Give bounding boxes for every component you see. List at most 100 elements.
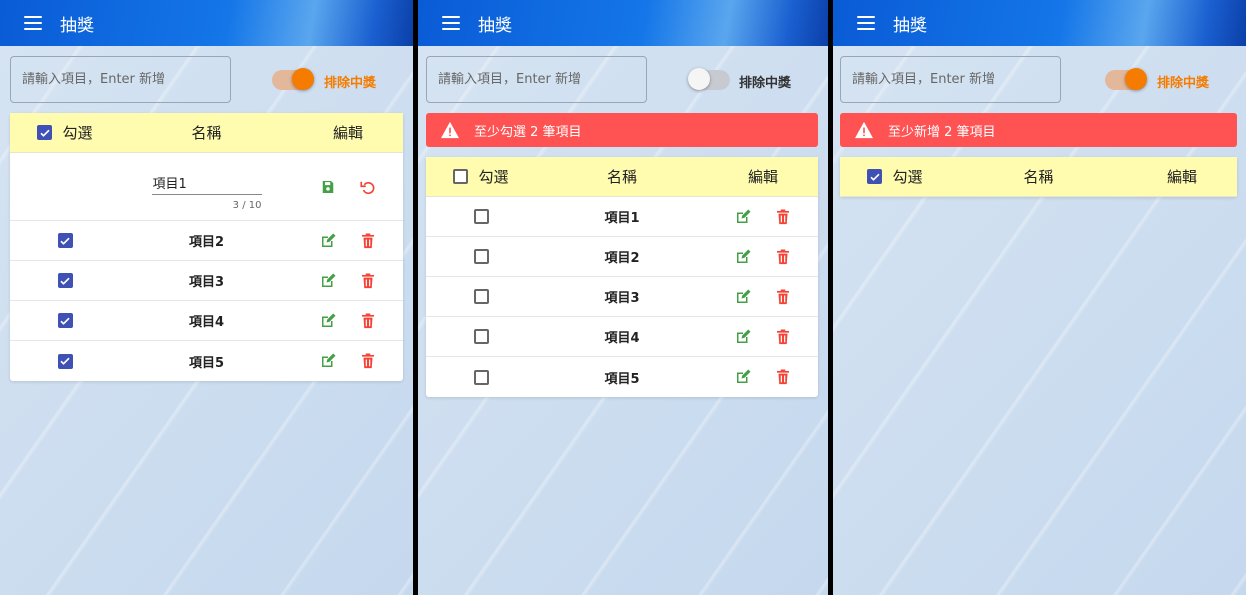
header-check-label: 勾選 [892, 168, 923, 186]
new-item-input[interactable] [438, 72, 635, 87]
items-table: 勾選 名稱 編輯 3 / 10 項目2 項目3 項目4 項目5 [10, 113, 403, 381]
validation-alert: 至少新增 2 筆項目 [840, 113, 1237, 147]
edit-icon[interactable] [319, 352, 337, 370]
delete-icon[interactable] [359, 312, 377, 330]
item-name: 項目2 [188, 235, 225, 250]
save-icon[interactable] [319, 178, 337, 196]
app-bar: 抽獎 [418, 0, 828, 46]
row-checkbox[interactable] [57, 353, 73, 369]
table-row: 項目2 [10, 221, 403, 261]
item-name-edit-field[interactable]: 3 / 10 [151, 172, 262, 211]
row-checkbox[interactable] [57, 273, 73, 288]
delete-icon[interactable] [359, 272, 377, 290]
undo-icon[interactable] [359, 178, 377, 196]
menu-icon[interactable] [24, 16, 42, 30]
delete-icon[interactable] [359, 232, 377, 250]
header-check-label: 勾選 [478, 168, 509, 186]
header-edit-label: 編輯 [1166, 168, 1197, 186]
select-all-checkbox[interactable] [37, 125, 53, 140]
new-item-input[interactable] [22, 72, 219, 87]
delete-icon[interactable] [774, 328, 792, 346]
exclude-winners-toggle[interactable] [1105, 68, 1147, 92]
item-name: 項目4 [604, 331, 640, 346]
check-icon [60, 277, 70, 285]
item-name: 項目2 [604, 251, 640, 266]
header-name-label: 名稱 [191, 124, 222, 142]
header-name-label: 名稱 [606, 168, 637, 186]
table-row: 項目5 [426, 357, 818, 397]
header-name-label: 名稱 [1023, 168, 1054, 186]
edit-icon[interactable] [734, 288, 752, 306]
table-row: 項目4 [10, 301, 403, 341]
exclude-winners-toggle[interactable] [272, 68, 314, 92]
new-item-input-field[interactable] [426, 56, 647, 103]
row-checkbox[interactable] [473, 249, 489, 264]
validation-alert: 至少勾選 2 筆項目 [426, 113, 818, 147]
check-icon [60, 237, 70, 245]
table-row: 項目3 [10, 261, 403, 301]
editing-row: 3 / 10 [10, 153, 403, 221]
edit-icon[interactable] [734, 328, 752, 346]
edit-icon[interactable] [319, 272, 337, 290]
screen-panel-2: 抽獎 排除中獎 至少勾選 2 筆項目 勾選 名稱 編輯 項目1 項目2 項目3 項目4… [418, 0, 828, 595]
header-check-label: 勾選 [62, 124, 93, 142]
check-icon [60, 317, 70, 325]
delete-icon[interactable] [774, 288, 792, 306]
check-icon [870, 173, 880, 181]
edit-icon[interactable] [319, 232, 337, 250]
table-row: 項目3 [426, 277, 818, 317]
alert-text: 至少勾選 2 筆項目 [474, 124, 582, 140]
select-all-checkbox[interactable] [453, 169, 469, 184]
row-checkbox[interactable] [473, 209, 489, 224]
warning-icon [441, 121, 459, 139]
delete-icon[interactable] [359, 352, 377, 370]
delete-icon[interactable] [774, 368, 792, 386]
header-edit-label: 編輯 [332, 124, 363, 142]
char-counter: 3 / 10 [232, 199, 262, 211]
new-item-input[interactable] [852, 72, 1049, 87]
new-item-input-field[interactable] [840, 56, 1061, 103]
menu-icon[interactable] [442, 16, 460, 30]
edit-icon[interactable] [319, 312, 337, 330]
delete-icon[interactable] [774, 208, 792, 226]
items-table: 勾選 名稱 編輯 [840, 157, 1237, 197]
table-header: 勾選 名稱 編輯 [840, 157, 1237, 197]
header-edit-label: 編輯 [747, 168, 778, 186]
delete-icon[interactable] [774, 248, 792, 266]
select-all-checkbox[interactable] [867, 169, 883, 184]
app-title: 抽獎 [478, 15, 512, 36]
item-name: 項目1 [604, 211, 640, 226]
warning-icon [855, 121, 873, 139]
edit-icon[interactable] [734, 208, 752, 226]
exclude-winners-label: 排除中獎 [739, 76, 792, 91]
exclude-winners-label: 排除中獎 [1157, 76, 1210, 91]
items-table: 勾選 名稱 編輯 項目1 項目2 項目3 項目4 項目5 [426, 157, 818, 397]
new-item-input-field[interactable] [10, 56, 231, 103]
table-row: 項目5 [10, 341, 403, 381]
screen-panel-1: 抽獎 排除中獎 勾選 名稱 編輯 3 / 10 [0, 0, 413, 595]
check-icon [40, 129, 50, 137]
table-row: 項目4 [426, 317, 818, 357]
row-checkbox[interactable] [473, 369, 489, 385]
item-name-edit-input[interactable] [151, 172, 262, 195]
row-checkbox[interactable] [473, 289, 489, 304]
edit-icon[interactable] [734, 248, 752, 266]
app-bar: 抽獎 [833, 0, 1246, 46]
menu-icon[interactable] [857, 16, 875, 30]
table-header: 勾選 名稱 編輯 [10, 113, 403, 153]
table-header: 勾選 名稱 編輯 [426, 157, 818, 197]
item-name: 項目5 [604, 371, 640, 387]
edit-icon[interactable] [734, 368, 752, 386]
table-row: 項目2 [426, 237, 818, 277]
row-checkbox[interactable] [57, 233, 73, 248]
check-icon [60, 357, 70, 365]
row-checkbox[interactable] [57, 313, 73, 328]
row-checkbox[interactable] [473, 329, 489, 344]
app-title: 抽獎 [60, 15, 94, 36]
app-title: 抽獎 [893, 15, 927, 36]
item-name: 項目3 [188, 275, 225, 290]
item-name: 項目5 [188, 355, 225, 371]
alert-text: 至少新增 2 筆項目 [888, 124, 996, 140]
exclude-winners-toggle[interactable] [688, 68, 730, 92]
screen-panel-3: 抽獎 排除中獎 至少新增 2 筆項目 勾選 名稱 編輯 [833, 0, 1246, 595]
